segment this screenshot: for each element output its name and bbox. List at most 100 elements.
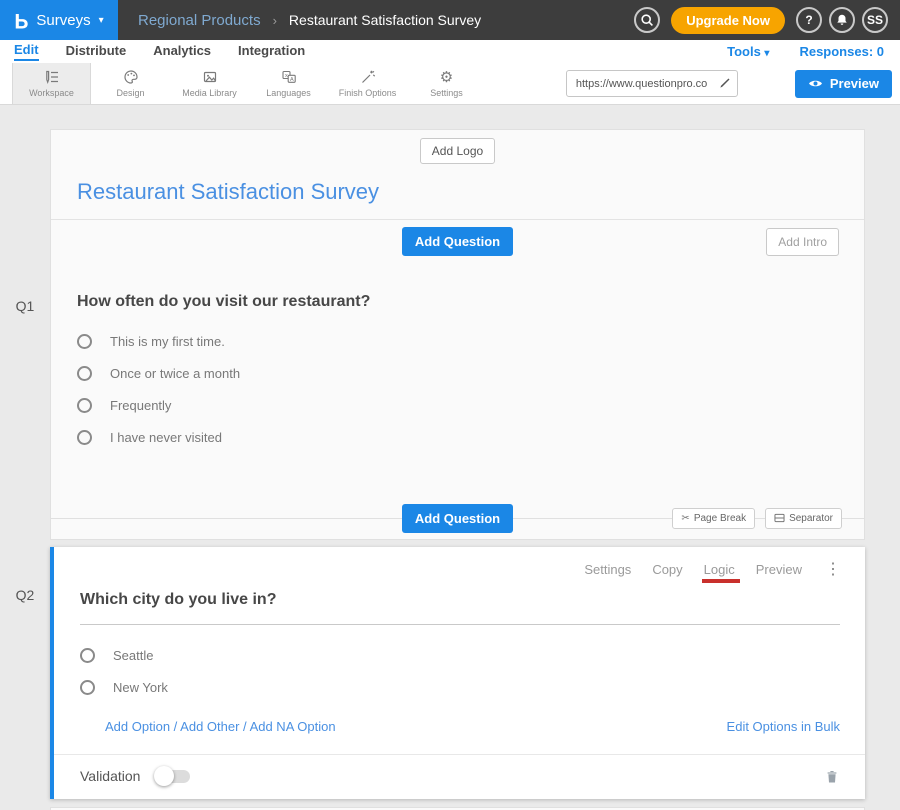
- question-preview-action[interactable]: Preview: [756, 562, 802, 577]
- toolbar-tab-design[interactable]: Design: [91, 63, 170, 104]
- toolbar-tab-label: Design: [116, 88, 144, 98]
- answer-option: Seattle: [80, 648, 840, 663]
- magic-wand-icon: [360, 69, 376, 85]
- question-actions: Settings Copy Logic Preview ⋮: [54, 547, 865, 577]
- radio-button[interactable]: [80, 680, 95, 695]
- tools-label: Tools: [727, 44, 761, 59]
- validation-row: Validation: [54, 754, 865, 799]
- answer-option: New York: [80, 680, 840, 695]
- answer-option: I have never visited: [77, 430, 838, 445]
- survey-title[interactable]: Restaurant Satisfaction Survey: [51, 164, 864, 219]
- page-break-label: Page Break: [694, 513, 746, 524]
- question-settings-action[interactable]: Settings: [584, 562, 631, 577]
- product-menu[interactable]: P Surveys ▾: [0, 0, 118, 40]
- help-button[interactable]: ?: [796, 7, 822, 33]
- topbar: P Surveys ▾ Regional Products › Restaura…: [0, 0, 900, 40]
- tab-distribute[interactable]: Distribute: [66, 43, 127, 60]
- notifications-button[interactable]: [829, 7, 855, 33]
- question-q2: Which city do you live in? Seattle New Y…: [54, 577, 865, 754]
- preview-label: Preview: [830, 76, 879, 91]
- bell-icon: [835, 13, 849, 27]
- toolbar-tab-workspace[interactable]: Workspace: [12, 63, 91, 104]
- kebab-menu-icon[interactable]: ⋮: [823, 563, 843, 577]
- trash-icon: [825, 769, 839, 784]
- workspace-icon: [44, 69, 60, 85]
- svg-text:x: x: [285, 73, 288, 79]
- radio-button[interactable]: [80, 648, 95, 663]
- radio-button[interactable]: [77, 334, 92, 349]
- option-links-row: Add Option / Add Other / Add NA Option E…: [80, 719, 840, 754]
- validation-toggle[interactable]: [156, 770, 190, 783]
- question-text[interactable]: How often do you visit our restaurant?: [77, 293, 838, 311]
- add-other-link[interactable]: Add Other: [180, 719, 239, 734]
- toolbar-tab-media-library[interactable]: Media Library: [170, 63, 249, 104]
- option-label[interactable]: Seattle: [113, 648, 153, 663]
- preview-button[interactable]: Preview: [795, 70, 892, 98]
- breadcrumb-folder[interactable]: Regional Products: [138, 12, 261, 29]
- edit-options-in-bulk-link[interactable]: Edit Options in Bulk: [727, 719, 840, 734]
- responses-count: Responses: 0: [799, 44, 884, 59]
- slash-separator: /: [170, 719, 180, 734]
- share-url-input[interactable]: [567, 78, 713, 90]
- question-logic-action[interactable]: Logic: [704, 562, 735, 577]
- toolbar-tab-settings[interactable]: ⚙ Settings: [407, 63, 486, 104]
- radio-button[interactable]: [77, 366, 92, 381]
- add-option-links: Add Option / Add Other / Add NA Option: [105, 719, 336, 734]
- question-copy-action[interactable]: Copy: [652, 562, 682, 577]
- toolbar-tab-finish-options[interactable]: Finish Options: [328, 63, 407, 104]
- topbar-right: Upgrade Now ? SS: [634, 7, 900, 34]
- gear-icon: ⚙: [440, 70, 453, 85]
- logic-underline-annotation: [702, 579, 740, 583]
- radio-button[interactable]: [77, 430, 92, 445]
- add-intro-button[interactable]: Add Intro: [766, 228, 839, 256]
- avatar[interactable]: SS: [862, 7, 888, 33]
- radio-button[interactable]: [77, 398, 92, 413]
- option-label[interactable]: This is my first time.: [110, 334, 225, 349]
- option-label[interactable]: New York: [113, 680, 168, 695]
- breadcrumb: Regional Products › Restaurant Satisfact…: [138, 12, 481, 29]
- languages-icon: xA: [281, 69, 297, 85]
- logic-label: Logic: [704, 562, 735, 577]
- add-logo-row: Add Logo: [51, 130, 864, 164]
- toolbar-tab-label: Media Library: [182, 88, 237, 98]
- chevron-down-icon: ▾: [99, 15, 104, 26]
- option-label[interactable]: Frequently: [110, 398, 171, 413]
- separator-button[interactable]: Separator: [765, 508, 842, 529]
- share-url-area: Preview: [566, 63, 900, 104]
- option-label[interactable]: I have never visited: [110, 430, 222, 445]
- add-question-button[interactable]: Add Question: [402, 227, 513, 256]
- validation-label: Validation: [80, 768, 140, 784]
- question-q1: How often do you visit our restaurant? T…: [51, 263, 864, 473]
- add-question-row-mid: Add Question ✂ Page Break Separator: [51, 497, 864, 539]
- question-text[interactable]: Which city do you live in?: [80, 583, 840, 625]
- question-card-q2: Settings Copy Logic Preview ⋮ Which city…: [50, 547, 865, 799]
- eye-icon: [808, 78, 823, 89]
- toggle-knob: [154, 766, 174, 786]
- avatar-initials: SS: [867, 13, 883, 27]
- breadcrumb-survey-name: Restaurant Satisfaction Survey: [289, 12, 481, 28]
- slash-separator: /: [239, 719, 249, 734]
- delete-question-button[interactable]: [825, 769, 839, 784]
- toolbar-tab-languages[interactable]: xA Languages: [249, 63, 328, 104]
- design-palette-icon: [123, 69, 139, 85]
- editor-toolbar: Workspace Design Media Library xA Langua…: [0, 63, 900, 105]
- tab-analytics[interactable]: Analytics: [153, 43, 211, 60]
- tab-integration[interactable]: Integration: [238, 43, 305, 60]
- add-logo-button[interactable]: Add Logo: [420, 138, 495, 164]
- add-na-option-link[interactable]: Add NA Option: [250, 719, 336, 734]
- add-option-link[interactable]: Add Option: [105, 719, 170, 734]
- page-break-button[interactable]: ✂ Page Break: [672, 508, 755, 529]
- scissors-icon: ✂: [681, 513, 689, 524]
- question-number-q2: Q2: [0, 587, 50, 603]
- pencil-icon: [718, 77, 731, 90]
- tab-edit[interactable]: Edit: [14, 42, 39, 61]
- edit-url-button[interactable]: [713, 70, 737, 97]
- upgrade-now-button[interactable]: Upgrade Now: [671, 7, 785, 34]
- chevron-down-icon: ▾: [764, 48, 769, 59]
- option-label[interactable]: Once or twice a month: [110, 366, 240, 381]
- add-question-button[interactable]: Add Question: [402, 504, 513, 533]
- separator-label: Separator: [789, 513, 833, 524]
- toolbar-tab-label: Settings: [430, 88, 463, 98]
- search-button[interactable]: [634, 7, 660, 33]
- tools-menu[interactable]: Tools ▾: [727, 44, 769, 59]
